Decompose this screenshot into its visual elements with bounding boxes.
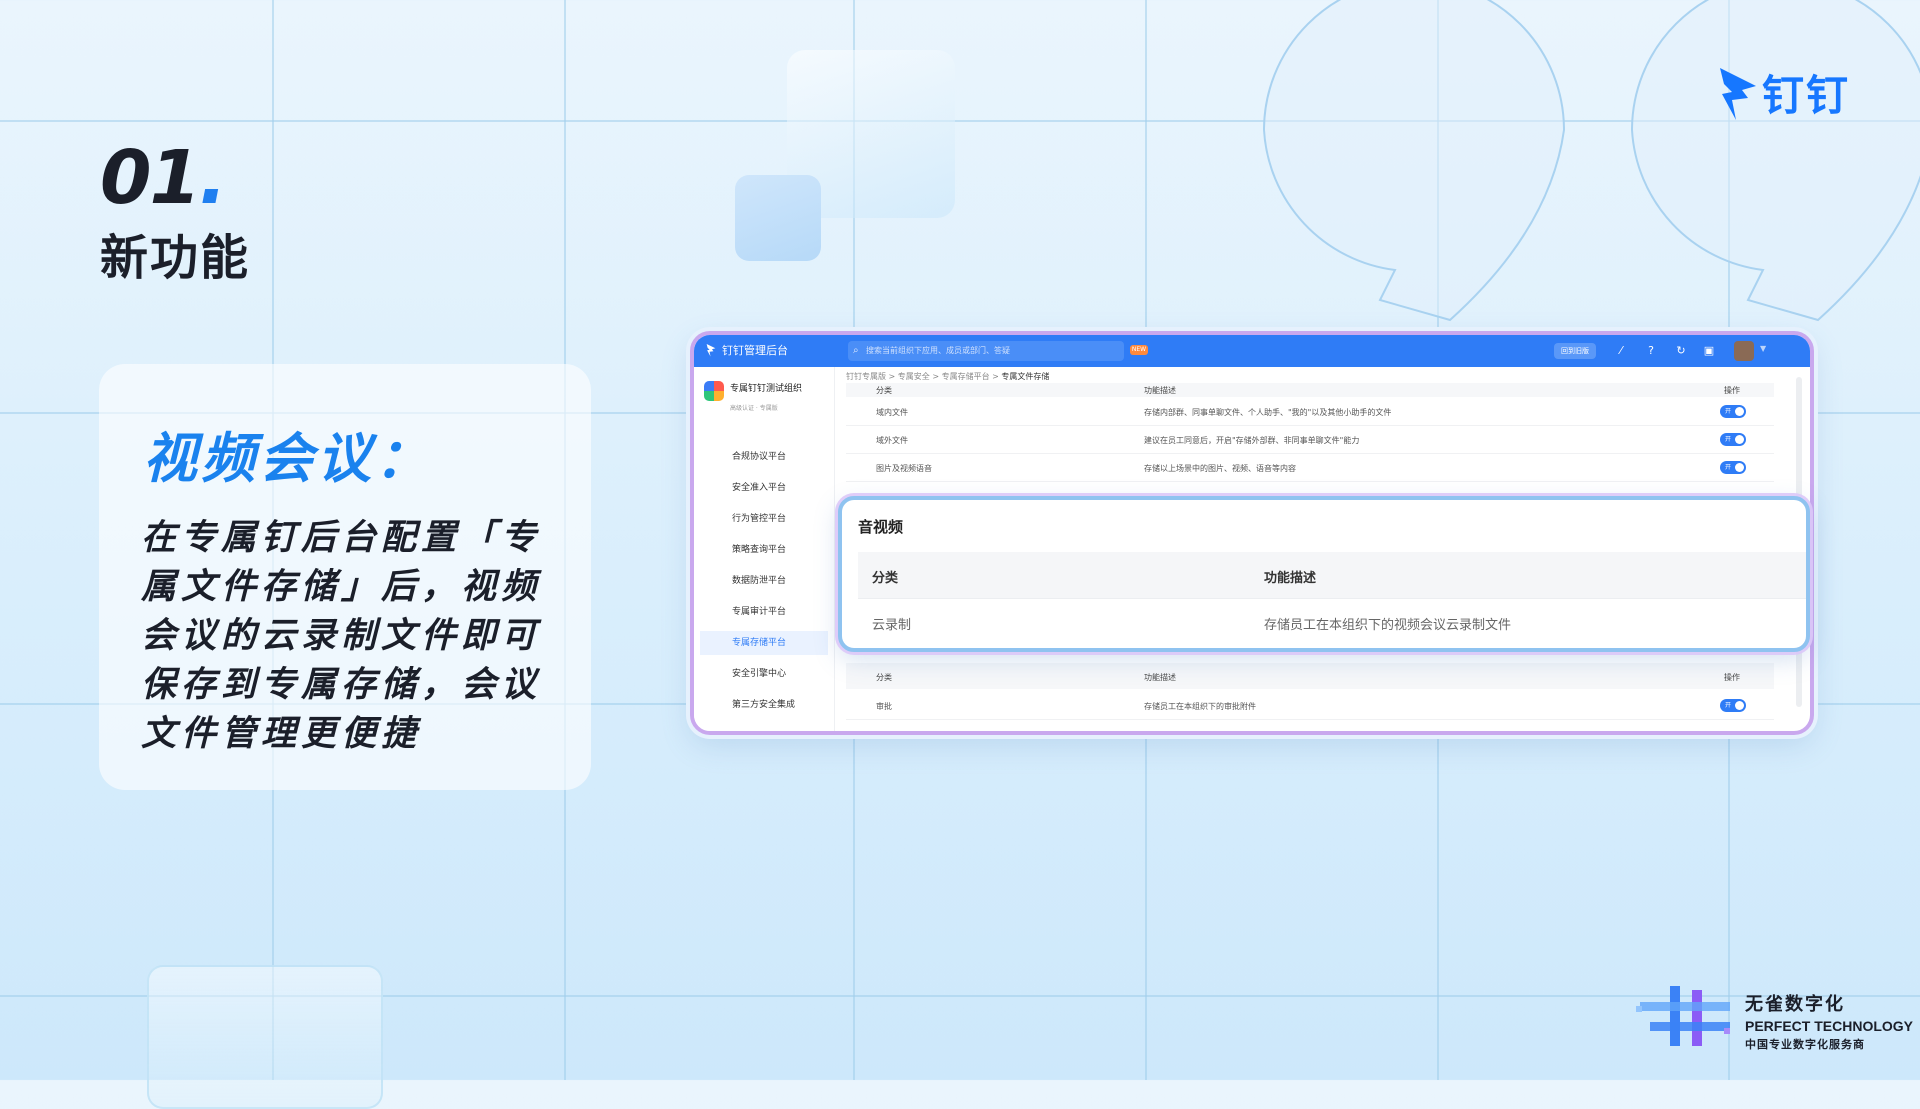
- zoom-header-description: 功能描述: [1264, 571, 1317, 586]
- breadcrumb-item[interactable]: 专属存储平台: [942, 372, 990, 381]
- magic-wand-icon[interactable]: ⁄: [1614, 344, 1628, 358]
- row-description: 建议在员工同意后，开启"存储外部群、非同事单聊文件"能力: [1144, 436, 1360, 445]
- zoom-header-category: 分类: [872, 571, 899, 586]
- row-description: 存储内部群、同事单聊文件、个人助手、"我的"以及其他小助手的文件: [1144, 408, 1392, 417]
- footer-brand-english: PERFECT TECHNOLOGY: [1745, 1018, 1914, 1034]
- info-card: 视频会议： 在专属钉后台配置「专属文件存储」后，视频会议的云录制文件即可保存到专…: [99, 364, 591, 790]
- row-category: 域内文件: [876, 408, 908, 417]
- sidebar-item[interactable]: 安全引擎中心: [700, 662, 828, 686]
- table-header-category: 分类: [876, 673, 892, 682]
- zoomed-audio-video-panel: 音视频 分类 功能描述 云录制 存储员工在本组织下的视频会议云录制文件: [838, 496, 1810, 652]
- breadcrumb: 钉钉专属版 > 专属安全 > 专属存储平台 > 专属文件存储: [846, 372, 1050, 381]
- org-tags: 高级认证 · 专属版: [730, 405, 778, 412]
- row-toggle[interactable]: 开: [1720, 461, 1746, 474]
- fullscreen-icon[interactable]: ▣: [1702, 344, 1716, 358]
- sidebar: 专属钉钉测试组织 高级认证 · 专属版 合规协议平台 安全准入平台 行为管控平台…: [694, 367, 835, 731]
- table-header-action: 操作: [1724, 673, 1740, 682]
- back-to-old-version-button[interactable]: 回到旧版: [1554, 343, 1596, 359]
- table-row: 审批 存储员工在本组织下的审批附件 开: [846, 691, 1774, 720]
- info-card-title: 视频会议：: [143, 427, 433, 490]
- zoom-row-description: 存储员工在本组织下的视频会议云录制文件: [1264, 618, 1512, 633]
- org-switcher[interactable]: 专属钉钉测试组织: [704, 381, 802, 401]
- table-row: 域外文件 建议在员工同意后，开启"存储外部群、非同事单聊文件"能力 开: [846, 425, 1774, 454]
- table-header: 分类 功能描述 操作: [846, 663, 1774, 689]
- footer-brand-name: 无雀数字化: [1745, 994, 1845, 1015]
- breadcrumb-current: 专属文件存储: [1001, 372, 1050, 381]
- sidebar-item[interactable]: 策略查询平台: [700, 538, 828, 562]
- table-header: 分类 功能描述 操作: [846, 383, 1774, 397]
- app-title: 钉钉管理后台: [722, 344, 788, 357]
- row-category: 图片及视频语音: [876, 464, 932, 473]
- dingtalk-logo-text: 钉钉: [1762, 71, 1851, 120]
- org-logo: [704, 381, 724, 401]
- row-description: 存储员工在本组织下的审批附件: [1144, 702, 1256, 711]
- row-category: 审批: [876, 702, 892, 711]
- row-description: 存储以上场景中的图片、视频、语音等内容: [1144, 464, 1296, 473]
- quote-mark-icon: [1262, 0, 1920, 322]
- avatar[interactable]: [1734, 341, 1754, 361]
- decorative-square: [147, 965, 383, 1109]
- org-name: 专属钉钉测试组织: [730, 384, 803, 394]
- search-input[interactable]: 搜索当前组织下应用、成员或部门、答疑: [848, 341, 1124, 361]
- slide-subtitle: 新功能: [100, 230, 251, 286]
- refresh-icon[interactable]: ↻: [1674, 344, 1688, 358]
- sidebar-item[interactable]: 安全准入平台: [700, 476, 828, 500]
- info-card-body: 在专属钉后台配置「专属文件存储」后，视频会议的云录制文件即可保存到专属存储，会议…: [141, 518, 542, 754]
- row-toggle[interactable]: 开: [1720, 405, 1746, 418]
- new-badge: NEW: [1130, 345, 1148, 355]
- sidebar-item[interactable]: 专属审计平台: [700, 600, 828, 624]
- row-category: 域外文件: [876, 436, 908, 445]
- table-row: 图片及视频语音 存储以上场景中的图片、视频、语音等内容 开: [846, 453, 1774, 482]
- table-header-description: 功能描述: [1144, 386, 1176, 395]
- zoom-row-category: 云录制: [872, 618, 912, 633]
- table-header-description: 功能描述: [1144, 673, 1176, 682]
- sidebar-item[interactable]: 第三方安全集成: [700, 693, 828, 717]
- app-header: 钉钉管理后台 搜索当前组织下应用、成员或部门、答疑 NEW 回到旧版 ⁄ ? ↻…: [694, 335, 1810, 367]
- row-toggle[interactable]: 开: [1720, 433, 1746, 446]
- slide-number: 01.: [100, 135, 227, 221]
- breadcrumb-item[interactable]: 钉钉专属版: [846, 372, 886, 381]
- chevron-down-icon[interactable]: ▼: [1760, 344, 1766, 353]
- sidebar-item[interactable]: 数据防泄平台: [700, 569, 828, 593]
- footer-brand: 无雀数字化 PERFECT TECHNOLOGY 中国专业数字化服务商: [1745, 990, 1913, 1052]
- dingtalk-wing-icon: [706, 343, 716, 357]
- table-row: 域内文件 存储内部群、同事单聊文件、个人助手、"我的"以及其他小助手的文件 开: [846, 397, 1774, 426]
- sidebar-item[interactable]: 合规协议平台: [700, 445, 828, 469]
- footer-brand-slogan: 中国专业数字化服务商: [1745, 1038, 1865, 1051]
- breadcrumb-item[interactable]: 专属安全: [898, 372, 930, 381]
- perfect-technology-logo-icon: [1636, 986, 1730, 1046]
- decorative-square: [735, 175, 821, 261]
- help-icon[interactable]: ?: [1644, 344, 1658, 358]
- sidebar-item-active[interactable]: 专属存储平台: [700, 631, 828, 655]
- table-header-action: 操作: [1724, 386, 1740, 395]
- sidebar-item[interactable]: 行为管控平台: [700, 507, 828, 531]
- dingtalk-wing-icon: [1720, 67, 1756, 120]
- row-toggle[interactable]: 开: [1720, 699, 1746, 712]
- table-header-category: 分类: [876, 386, 892, 395]
- zoom-table-header: 分类 功能描述: [858, 552, 1806, 599]
- zoom-panel-title: 音视频: [858, 518, 904, 536]
- app-brand[interactable]: 钉钉管理后台: [706, 342, 788, 358]
- dingtalk-logo: 钉钉: [1718, 62, 1850, 123]
